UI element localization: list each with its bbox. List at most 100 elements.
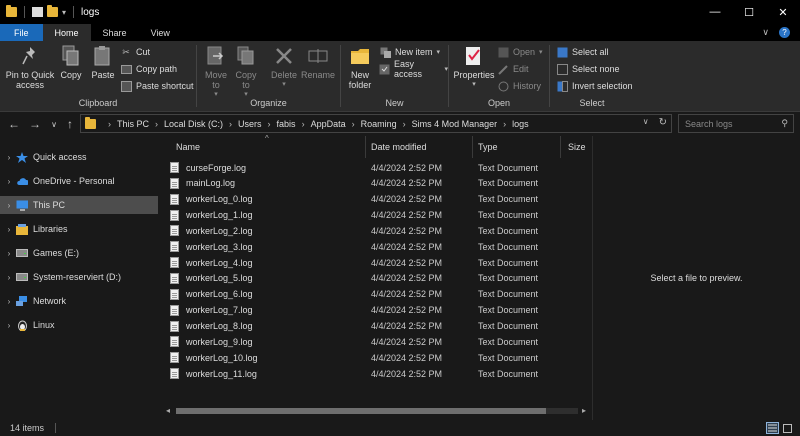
new-item-label: New item bbox=[395, 47, 433, 57]
pin-to-quick-access-button[interactable]: Pin to Quick access bbox=[4, 45, 56, 90]
copy-to-button[interactable]: Copy to ▾ bbox=[233, 45, 259, 100]
back-arrow-icon[interactable]: ← bbox=[6, 116, 22, 132]
new-item-button[interactable]: New item ▾ bbox=[379, 45, 440, 59]
table-row[interactable]: curseForge.log 4/4/2024 2:52 PM Text Docum… bbox=[170, 160, 580, 175]
table-row[interactable]: workerLog_3.log 4/4/2024 2:52 PM Text Docu… bbox=[170, 239, 580, 254]
expand-chevron-icon[interactable]: › bbox=[2, 177, 16, 186]
minimize-button[interactable]: — bbox=[698, 0, 732, 24]
table-row[interactable]: workerLog_0.log 4/4/2024 2:52 PM Text Docu… bbox=[170, 192, 580, 207]
table-row[interactable]: workerLog_5.log 4/4/2024 2:52 PM Text Docu… bbox=[170, 271, 580, 286]
nav-item-this-pc[interactable]: › This PC bbox=[0, 196, 158, 214]
expand-chevron-icon[interactable]: › bbox=[2, 273, 16, 282]
large-icons-view-icon[interactable] bbox=[781, 422, 794, 434]
forward-arrow-icon[interactable]: → bbox=[27, 116, 43, 132]
copy-path-label: Copy path bbox=[136, 64, 178, 74]
copy-path-button[interactable]: Copy path bbox=[120, 62, 177, 76]
address-bar[interactable]: › This PC › Local Disk (C:) › Users › fa… bbox=[80, 114, 672, 133]
scroll-right-icon[interactable]: ▸ bbox=[582, 406, 586, 415]
table-row[interactable]: workerLog_4.log 4/4/2024 2:52 PM Text Docu… bbox=[170, 255, 580, 270]
tab-view[interactable]: View bbox=[139, 24, 182, 41]
breadcrumb-appdata[interactable]: AppData bbox=[311, 119, 346, 129]
help-icon[interactable]: ? bbox=[779, 27, 790, 38]
edit-button[interactable]: Edit bbox=[497, 62, 529, 76]
expand-chevron-icon[interactable]: › bbox=[2, 249, 16, 258]
recent-locations-icon[interactable]: ∨ bbox=[46, 116, 62, 132]
tab-share[interactable]: Share bbox=[91, 24, 139, 41]
column-header-size[interactable]: Size bbox=[560, 136, 590, 158]
expand-chevron-icon[interactable]: › bbox=[2, 201, 16, 210]
breadcrumb-this-pc[interactable]: This PC bbox=[117, 119, 149, 129]
cut-button[interactable]: ✂ Cut bbox=[120, 45, 150, 59]
breadcrumb-logs[interactable]: logs bbox=[512, 119, 529, 129]
easy-access-button[interactable]: Easy access ▾ bbox=[379, 59, 448, 79]
scroll-left-icon[interactable]: ◂ bbox=[166, 406, 170, 415]
select-none-button[interactable]: Select none bbox=[556, 62, 620, 76]
paste-button[interactable]: Paste bbox=[88, 45, 118, 80]
nav-item-libraries[interactable]: › Libraries bbox=[0, 220, 158, 238]
expand-chevron-icon[interactable]: › bbox=[2, 153, 16, 162]
close-button[interactable]: ✕ bbox=[766, 0, 800, 24]
nav-item-linux[interactable]: › Linux bbox=[0, 316, 158, 334]
nav-item-quick-access[interactable]: › Quick access bbox=[0, 148, 158, 166]
refresh-icon[interactable]: ↻ bbox=[659, 117, 667, 128]
nav-item-onedrive[interactable]: › OneDrive - Personal bbox=[0, 172, 158, 190]
properties-button[interactable]: Properties ▾ bbox=[453, 45, 495, 90]
column-header-date[interactable]: Date modified bbox=[363, 136, 471, 158]
table-row[interactable]: workerLog_6.log 4/4/2024 2:52 PM Text Docu… bbox=[170, 287, 580, 302]
details-view-icon[interactable] bbox=[766, 422, 779, 434]
text-document-icon bbox=[170, 193, 179, 205]
move-to-button[interactable]: Move to ▾ bbox=[203, 45, 229, 100]
tab-home[interactable]: Home bbox=[42, 24, 91, 41]
invert-selection-button[interactable]: Invert selection bbox=[556, 79, 633, 93]
nav-label: Games (E:) bbox=[33, 248, 80, 258]
nav-item-system-reserved-drive[interactable]: › System-reserviert (D:) bbox=[0, 268, 158, 286]
new-folder-button[interactable]: New folder bbox=[345, 45, 375, 90]
clipboard-group-label: Clipboard bbox=[78, 98, 118, 108]
table-row[interactable]: workerLog_11.log 4/4/2024 2:52 PM Text Doc… bbox=[170, 366, 580, 381]
table-row[interactable]: workerLog_1.log 4/4/2024 2:52 PM Text Docu… bbox=[170, 208, 580, 223]
expand-chevron-icon[interactable]: › bbox=[2, 297, 16, 306]
tab-file[interactable]: File bbox=[0, 24, 43, 41]
paste-shortcut-button[interactable]: Paste shortcut bbox=[120, 79, 194, 93]
open-button[interactable]: Open ▾ bbox=[497, 45, 543, 59]
table-row[interactable]: mainLog.log 4/4/2024 2:52 PM Text Document bbox=[170, 176, 580, 191]
column-header-name[interactable]: Name bbox=[168, 136, 364, 158]
table-row[interactable]: workerLog_10.log 4/4/2024 2:52 PM Text Doc… bbox=[170, 350, 580, 365]
new-folder-icon bbox=[349, 45, 371, 67]
expand-chevron-icon[interactable]: › bbox=[2, 225, 16, 234]
text-document-icon bbox=[170, 304, 179, 316]
breadcrumb-users[interactable]: Users bbox=[238, 119, 262, 129]
address-dropdown-icon[interactable]: ∨ bbox=[643, 117, 649, 128]
horizontal-scrollbar[interactable]: ◂ ▸ bbox=[162, 404, 592, 418]
toolbar-divider bbox=[24, 6, 25, 18]
table-row[interactable]: workerLog_2.log 4/4/2024 2:52 PM Text Docu… bbox=[170, 223, 580, 238]
breadcrumb-local-disk[interactable]: Local Disk (C:) bbox=[164, 119, 223, 129]
table-row[interactable]: workerLog_8.log 4/4/2024 2:52 PM Text Docu… bbox=[170, 319, 580, 334]
history-button[interactable]: History bbox=[497, 79, 541, 93]
table-row[interactable]: workerLog_9.log 4/4/2024 2:52 PM Text Docu… bbox=[170, 334, 580, 349]
column-header-type[interactable]: Type bbox=[470, 136, 560, 158]
search-input[interactable]: Search logs ⚲ bbox=[678, 114, 794, 133]
rename-button[interactable]: Rename bbox=[301, 45, 335, 80]
breadcrumb-roaming[interactable]: Roaming bbox=[361, 119, 397, 129]
select-all-icon bbox=[556, 47, 568, 58]
expand-chevron-icon[interactable]: › bbox=[2, 321, 16, 330]
up-arrow-icon[interactable]: ↑ bbox=[62, 116, 78, 132]
scrollbar-thumb[interactable] bbox=[176, 408, 546, 414]
nav-item-network[interactable]: › Network bbox=[0, 292, 158, 310]
properties-icon[interactable] bbox=[32, 7, 43, 17]
delete-button[interactable]: Delete ▾ bbox=[269, 45, 299, 90]
maximize-button[interactable]: ☐ bbox=[732, 0, 766, 24]
copy-button[interactable]: Copy bbox=[58, 45, 84, 80]
new-folder-icon[interactable] bbox=[47, 5, 58, 17]
customize-toolbar-icon[interactable]: ▾ bbox=[62, 8, 66, 17]
select-all-button[interactable]: Select all bbox=[556, 45, 609, 59]
file-type: Text Document bbox=[478, 321, 539, 331]
table-row[interactable]: workerLog_7.log 4/4/2024 2:52 PM Text Docu… bbox=[170, 303, 580, 318]
breadcrumb-fabis[interactable]: fabis bbox=[277, 119, 296, 129]
breadcrumb-sims-4-mod-manager[interactable]: Sims 4 Mod Manager bbox=[412, 119, 498, 129]
delete-label: Delete bbox=[270, 70, 297, 80]
collapse-ribbon-icon[interactable]: ∨ bbox=[762, 27, 769, 38]
nav-item-games-drive[interactable]: › Games (E:) bbox=[0, 244, 158, 262]
star-icon bbox=[16, 151, 28, 163]
